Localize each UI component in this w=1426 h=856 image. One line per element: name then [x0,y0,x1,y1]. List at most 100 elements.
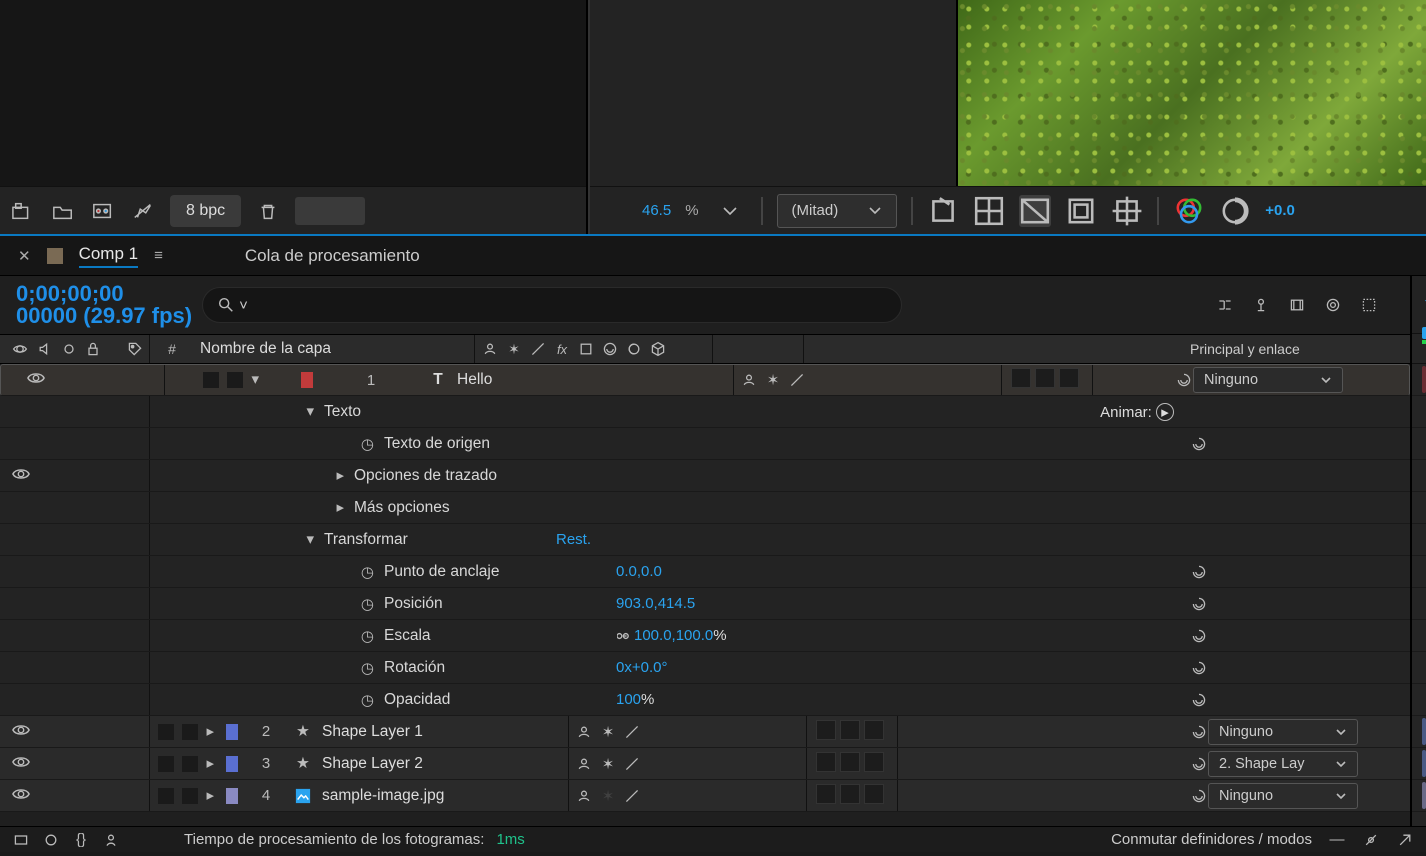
exposure-value[interactable]: +0.0 [1265,202,1295,219]
visibility-toggle[interactable] [12,467,30,485]
solo-box[interactable] [158,756,174,772]
expand-toggle[interactable] [251,370,259,388]
layer-bar[interactable] [1422,718,1426,745]
motion-blur-col-icon[interactable] [577,340,595,358]
property-row[interactable]: Posición 903.0,414.5 [0,588,1410,620]
3d-col-icon[interactable] [625,340,643,358]
transform-reset[interactable]: Rest. [556,531,591,548]
expand-toggle[interactable] [306,402,314,420]
lock-col-icon[interactable] [85,340,101,358]
timeline-track[interactable] [1412,780,1426,812]
tab-comp[interactable]: Comp 1 [79,244,139,268]
quality-toggle[interactable] [623,787,641,805]
shy-toggle[interactable] [575,755,593,773]
color-depth-button[interactable]: 8 bpc [170,195,241,227]
panel-menu-icon[interactable]: ≡ [154,247,163,264]
interpret-footage-icon[interactable] [10,200,36,222]
zoom-dropdown[interactable] [713,195,747,227]
fast-preview-icon[interactable] [927,195,959,227]
property-row[interactable]: Texto de origen [0,428,1410,460]
parent-dropdown[interactable]: Ninguno [1208,719,1358,745]
zoom-slider-icon[interactable] [1362,831,1380,849]
timeline-track[interactable] [1412,748,1426,780]
work-area-bar[interactable] [1422,330,1426,336]
fx-col-icon[interactable]: ✶ [505,340,523,358]
effects-col-icon[interactable]: fx [553,340,571,358]
timeline-track[interactable] [1412,684,1426,716]
pickwhip-icon[interactable] [1190,723,1208,741]
expand-toggle[interactable] [336,466,344,484]
shy-toggle[interactable] [575,787,593,805]
new-comp-icon[interactable] [90,200,116,222]
expand-toggle[interactable] [206,786,214,804]
pickwhip-icon[interactable] [1190,659,1208,677]
property-row[interactable]: Más opciones [0,492,1410,524]
timeline-track[interactable] [1412,620,1426,652]
layer-bar[interactable] [1422,750,1426,777]
property-row[interactable]: Transformar Rest. [0,524,1410,556]
constrain-proportions-icon[interactable] [616,627,634,645]
graph-editor-icon[interactable] [1360,296,1378,314]
comp-flow-icon[interactable] [1216,296,1234,314]
stopwatch-icon[interactable] [361,563,374,581]
toggle-modes-label[interactable]: Conmutar definidores / modos [1111,831,1312,848]
toggle-switch-4-icon[interactable] [102,831,120,849]
animate-label[interactable]: Animar: ▸ [1100,403,1174,421]
motion-blur-icon[interactable] [1324,296,1342,314]
frame-blend-icon[interactable] [1288,296,1306,314]
timeline-track[interactable] [1412,364,1426,396]
property-row[interactable]: Texto Animar: ▸ [0,396,1410,428]
region-of-interest-icon[interactable] [1065,195,1097,227]
pickwhip-icon[interactable] [1190,691,1208,709]
blend-boxes[interactable] [816,752,888,776]
time-ruler[interactable]: :00s 02s [1412,276,1426,334]
visibility-toggle[interactable] [12,723,30,741]
label-color[interactable] [226,756,238,772]
layer-name[interactable]: Hello [457,371,492,389]
search-project[interactable] [295,197,365,225]
stopwatch-icon[interactable] [361,627,374,645]
layer-search-input[interactable]: ˅ [202,287,902,323]
layer-name[interactable]: Shape Layer 1 [322,723,423,741]
pickwhip-icon[interactable] [1190,435,1208,453]
box-col-icon[interactable] [649,340,667,358]
opacity-value[interactable]: 100 [616,691,641,708]
shy-toggle[interactable] [740,371,758,389]
resolution-dropdown[interactable]: (Mitad) [777,194,898,228]
timeline-track[interactable] [1412,492,1426,524]
quality-toggle[interactable] [623,723,641,741]
stopwatch-icon[interactable] [361,435,374,453]
timeline-track[interactable] [1412,460,1426,492]
parent-dropdown[interactable]: 2. Shape Lay [1208,751,1358,777]
property-row[interactable]: Opacidad 100% [0,684,1410,716]
layer-bar[interactable] [1422,782,1426,809]
expand-toggle[interactable] [206,754,214,772]
solo-box[interactable] [158,788,174,804]
position-value[interactable]: 903.0,414.5 [616,595,695,612]
timeline-track[interactable] [1412,652,1426,684]
solo-col-icon[interactable] [61,340,77,358]
shy-toggle[interactable] [575,723,593,741]
layer-name[interactable]: Shape Layer 2 [322,755,423,773]
rotation-value[interactable]: 0x+0.0° [616,659,667,676]
timeline-track[interactable] [1412,716,1426,748]
visibility-toggle[interactable] [12,755,30,773]
quality-toggle[interactable] [623,755,641,773]
delete-icon[interactable] [255,200,281,222]
blend-boxes[interactable] [1011,368,1083,392]
expand-toggle[interactable] [336,498,344,516]
toggle-switch-2-icon[interactable] [42,831,60,849]
pickwhip-icon[interactable] [1175,371,1193,389]
parent-dropdown[interactable]: Ninguno [1208,783,1358,809]
pickwhip-icon[interactable] [1190,627,1208,645]
expand-toggle[interactable] [206,722,214,740]
property-row[interactable]: Escala 100.0,100.0% [0,620,1410,652]
visibility-toggle[interactable] [27,371,45,389]
lock-box[interactable] [182,724,198,740]
stopwatch-icon[interactable] [361,595,374,613]
tab-render-queue[interactable]: Cola de procesamiento [245,246,420,266]
lock-box[interactable] [227,372,243,388]
layer-bar[interactable] [1422,366,1426,393]
layer-row[interactable]: 1 THello ✶ Ninguno [0,364,1410,396]
adjustment-col-icon[interactable] [601,340,619,358]
